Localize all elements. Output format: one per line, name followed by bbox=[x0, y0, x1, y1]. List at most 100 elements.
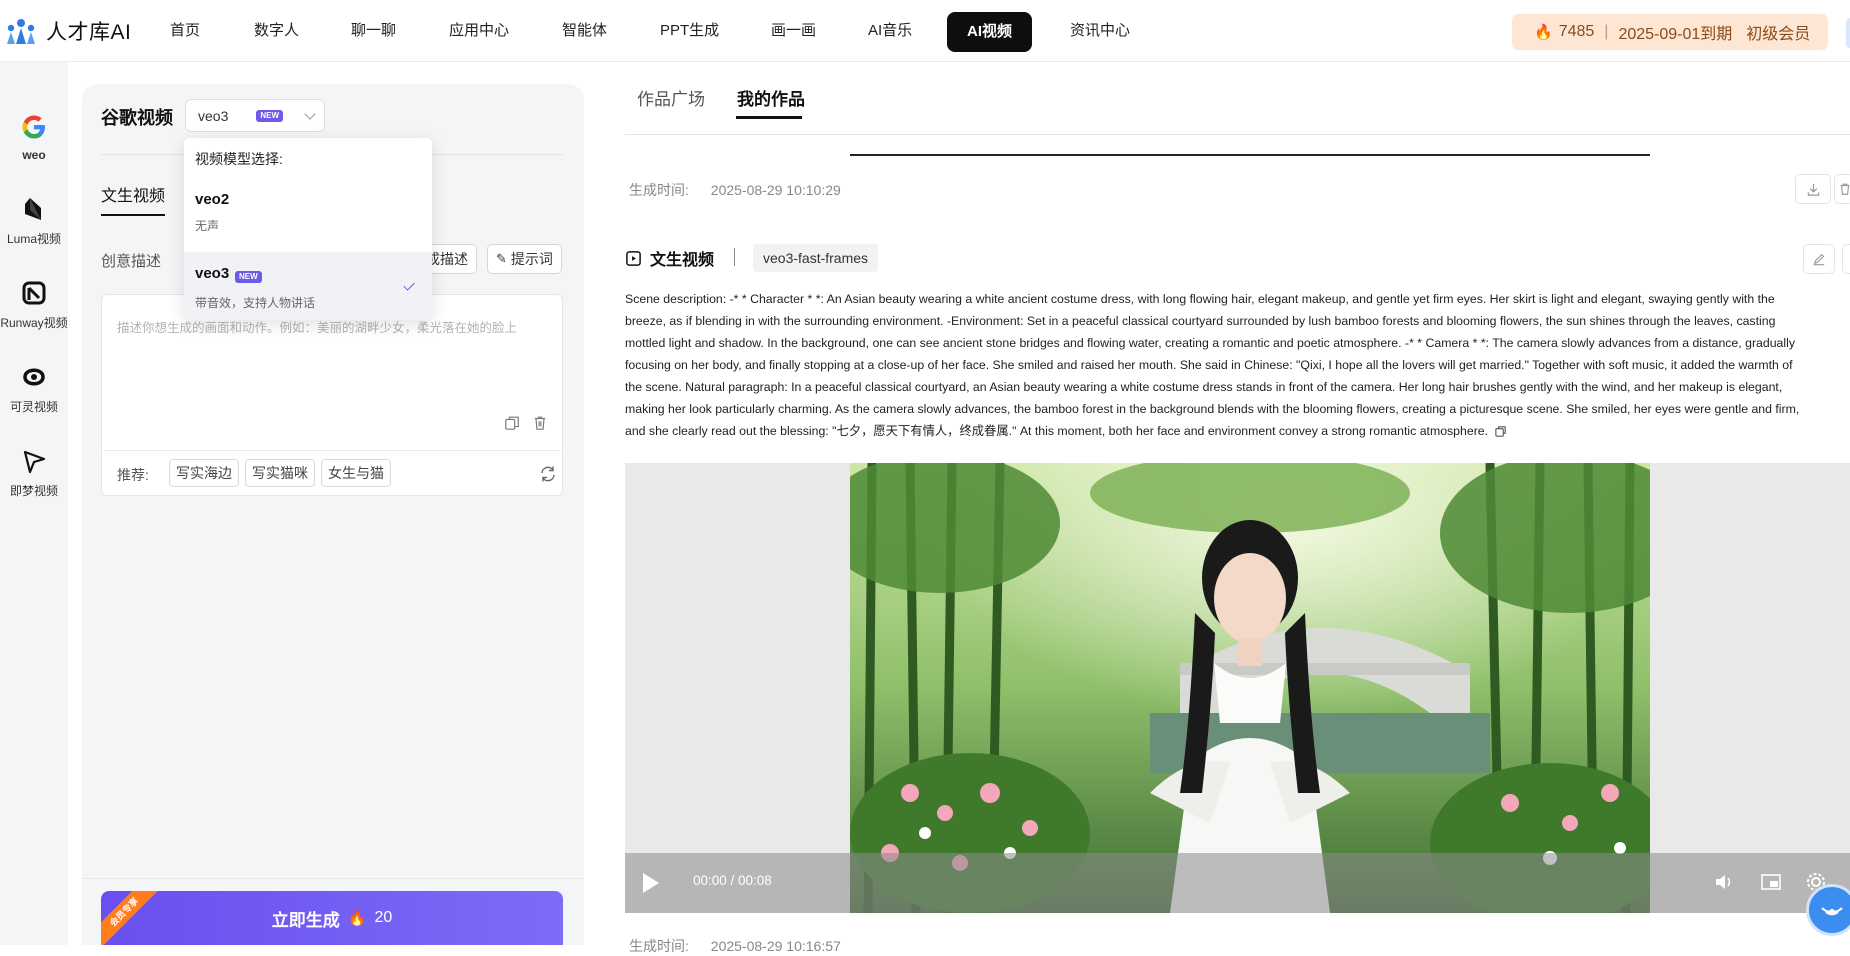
member-status-chip[interactable]: 🔥 7485 | 2025-09-01到期 初级会员 bbox=[1512, 14, 1828, 50]
floating-help-button[interactable] bbox=[1806, 884, 1850, 936]
more-button[interactable] bbox=[1842, 244, 1850, 274]
generate-now-button[interactable]: 会员专享 立即生成 🔥 20 bbox=[101, 891, 563, 945]
recommend-label: 推荐: bbox=[117, 465, 149, 485]
rail-item-jimeng[interactable]: 即梦视频 bbox=[0, 446, 68, 499]
generation-time-label: 生成时间: bbox=[629, 182, 689, 198]
model-dropdown-menu: 视频模型选择: veo2 无声 veo3 NEW 带音效，支持人物讲话 bbox=[184, 138, 432, 320]
section-title-text: 文生视频 bbox=[650, 246, 714, 270]
picture-in-picture-icon[interactable] bbox=[1760, 871, 1782, 893]
nav-digital-human[interactable]: 数字人 bbox=[254, 20, 299, 42]
prompt-textarea[interactable]: 描述你想生成的画面和动作。例如：美丽的湖畔少女，柔光落在她的脸上 推荐: 写实海… bbox=[101, 294, 563, 496]
option-desc: 无声 bbox=[195, 217, 219, 234]
recommend-chip[interactable]: 写实猫咪 bbox=[245, 459, 315, 487]
nav-agents[interactable]: 智能体 bbox=[562, 20, 607, 42]
nav-news[interactable]: 资讯中心 bbox=[1070, 20, 1130, 42]
prompt-line: Scene description: -* * Character * *: A… bbox=[625, 288, 1850, 310]
generation-time-next: 生成时间: 2025-08-29 10:16:57 bbox=[629, 936, 841, 956]
top-nav-bar: 人才库AI 首页 数字人 聊一聊 应用中心 智能体 PPT生成 画一画 AI音乐… bbox=[0, 0, 1850, 62]
tab-underline bbox=[101, 214, 165, 216]
prompt-words-button[interactable]: ✎ 提示词 bbox=[487, 244, 562, 274]
rail-label: weo bbox=[0, 148, 68, 162]
new-badge: NEW bbox=[235, 271, 262, 283]
model-select-value: veo3 bbox=[198, 108, 228, 124]
option-desc: 带音效，支持人物讲话 bbox=[195, 294, 315, 311]
rail-item-luma[interactable]: Luma视频 bbox=[0, 194, 68, 247]
signal-icon bbox=[1809, 887, 1850, 933]
video-time: 00:00 / 00:08 bbox=[693, 873, 772, 888]
nav-ai-video[interactable]: AI视频 bbox=[947, 12, 1032, 52]
copy-icon[interactable] bbox=[504, 415, 522, 433]
nav-home[interactable]: 首页 bbox=[170, 20, 200, 42]
trash-icon bbox=[1838, 182, 1850, 196]
divider bbox=[102, 450, 562, 451]
rail-label: Luma视频 bbox=[0, 230, 68, 247]
divider bbox=[734, 248, 735, 266]
dropdown-header: 视频模型选择: bbox=[195, 149, 283, 169]
nav-draw[interactable]: 画一画 bbox=[771, 20, 816, 42]
brand-logo[interactable]: 人才库AI bbox=[4, 14, 131, 48]
creative-desc-label: 创意描述 bbox=[101, 250, 161, 271]
rail-item-google[interactable]: weo bbox=[0, 112, 68, 162]
model-option-veo3[interactable]: veo3 NEW 带音效，支持人物讲话 bbox=[184, 252, 432, 320]
tab-gallery[interactable]: 作品广场 bbox=[637, 85, 705, 110]
runway-icon bbox=[19, 278, 49, 308]
flame-icon: 🔥 bbox=[1534, 23, 1553, 41]
download-button[interactable] bbox=[1795, 174, 1831, 204]
nav-ai-music[interactable]: AI音乐 bbox=[868, 20, 912, 42]
user-avatar-edge[interactable] bbox=[1846, 18, 1850, 48]
video-model-rail: weo Luma视频 Runway视频 可灵视频 即梦视频 bbox=[0, 62, 68, 945]
divider bbox=[625, 134, 1850, 135]
nav-ppt[interactable]: PPT生成 bbox=[660, 20, 719, 42]
generate-label: 立即生成 bbox=[272, 906, 340, 931]
tab-text-to-video[interactable]: 文生视频 bbox=[101, 182, 165, 206]
prompt-line-last: and she clearly read out the blessing: "… bbox=[625, 420, 1850, 442]
prompt-line: and she clearly read out the blessing: "… bbox=[625, 420, 1488, 442]
generate-description-label: 成描述 bbox=[426, 249, 468, 269]
model-option-veo2[interactable]: veo2 无声 bbox=[184, 176, 432, 236]
copy-icon[interactable] bbox=[1494, 425, 1507, 438]
prompt-line: mottled light and shadow. In the backgro… bbox=[625, 332, 1850, 354]
member-expire: 2025-09-01到期 bbox=[1618, 20, 1732, 44]
luma-icon bbox=[19, 194, 49, 224]
rail-label: Runway视频 bbox=[0, 314, 68, 331]
video-frame-image bbox=[850, 463, 1650, 913]
previous-item-edge bbox=[850, 154, 1650, 156]
video-controls: 00:00 / 00:08 bbox=[625, 853, 1850, 913]
download-icon bbox=[1806, 182, 1821, 197]
trash-icon[interactable] bbox=[532, 415, 550, 433]
tab-underline bbox=[736, 116, 802, 119]
check-icon bbox=[403, 279, 414, 290]
edit-button[interactable] bbox=[1803, 244, 1835, 274]
rail-item-runway[interactable]: Runway视频 bbox=[0, 278, 68, 331]
chevron-down-icon bbox=[304, 108, 315, 119]
kling-icon bbox=[19, 362, 49, 392]
prompt-line: focusing on her body, and finally stoppi… bbox=[625, 354, 1850, 376]
video-player[interactable]: 00:00 / 00:08 bbox=[625, 463, 1850, 913]
volume-icon[interactable] bbox=[1713, 871, 1735, 893]
prompt-text: Scene description: -* * Character * *: A… bbox=[625, 288, 1850, 442]
panel-title: 谷歌视频 bbox=[101, 104, 173, 130]
prompt-line: the scene. Natural paragraph: In a peace… bbox=[625, 376, 1850, 398]
nav-app-center[interactable]: 应用中心 bbox=[449, 20, 509, 42]
generate-cost: 20 bbox=[374, 909, 392, 927]
rail-label: 即梦视频 bbox=[0, 482, 68, 499]
rail-label: 可灵视频 bbox=[0, 398, 68, 415]
recommend-chip[interactable]: 女生与猫 bbox=[321, 459, 391, 487]
generation-time: 生成时间: 2025-08-29 10:10:29 bbox=[629, 180, 841, 200]
edit-icon bbox=[1812, 252, 1826, 266]
member-separator: | bbox=[1600, 23, 1612, 41]
generation-time-value: 2025-08-29 10:10:29 bbox=[711, 182, 841, 198]
option-name: veo3 bbox=[195, 265, 229, 282]
prompt-line: breeze, as if blending in with the surro… bbox=[625, 310, 1850, 332]
model-select[interactable]: veo3 NEW bbox=[185, 99, 325, 132]
tab-my-works[interactable]: 我的作品 bbox=[737, 85, 805, 110]
rail-item-kling[interactable]: 可灵视频 bbox=[0, 362, 68, 415]
refresh-icon[interactable] bbox=[538, 464, 558, 484]
google-icon bbox=[19, 112, 49, 142]
work-section-title: 文生视频 bbox=[625, 246, 714, 270]
nav-chat[interactable]: 聊一聊 bbox=[351, 20, 396, 42]
delete-button[interactable] bbox=[1834, 174, 1850, 204]
play-icon[interactable] bbox=[643, 873, 659, 893]
jimeng-icon bbox=[19, 446, 49, 476]
recommend-chip[interactable]: 写实海边 bbox=[169, 459, 239, 487]
